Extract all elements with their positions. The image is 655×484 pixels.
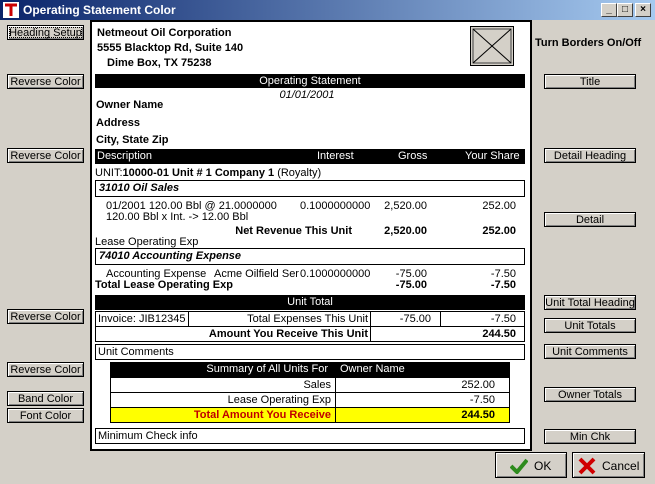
unit-type: (Royalty) bbox=[277, 167, 322, 179]
statement-title-bar: Operating Statement bbox=[95, 74, 525, 88]
summary-lease-row: Lease Operating Exp -7.50 bbox=[110, 392, 510, 408]
unit-total-bar: Unit Total bbox=[95, 295, 525, 310]
unit-comments-border-button[interactable]: Unit Comments bbox=[544, 344, 636, 359]
lease-total-label: Total Lease Operating Exp bbox=[95, 279, 233, 291]
summary-total-value: 244.50 bbox=[461, 409, 495, 421]
minimum-check-text: Minimum Check info bbox=[98, 430, 198, 442]
unit-line: UNIT:10000-01 Unit # 1 Company 1 (Royalt… bbox=[95, 167, 321, 179]
summary-sales-row: Sales 252.00 bbox=[110, 377, 510, 393]
turn-borders-label: Turn Borders On/Off bbox=[535, 37, 642, 49]
close-icon: × bbox=[640, 4, 646, 15]
title-border-button[interactable]: Title bbox=[544, 74, 636, 89]
cell-divider bbox=[440, 312, 441, 326]
cancel-button[interactable]: Cancel bbox=[572, 452, 645, 478]
app-icon bbox=[3, 2, 19, 18]
oil-sales-line2-desc: 120.00 Bbl x Int. -> 12.00 Bbl bbox=[106, 211, 249, 223]
net-revenue-share: 252.00 bbox=[482, 225, 516, 237]
net-revenue-gross: 2,520.00 bbox=[384, 225, 427, 237]
cancel-x-icon bbox=[578, 457, 596, 475]
unit-total-title: Unit Total bbox=[287, 296, 333, 308]
checkmark-icon bbox=[510, 458, 528, 474]
window-title-bar[interactable]: Operating Statement Color _ □ × bbox=[0, 0, 655, 20]
total-expenses-gross: -75.00 bbox=[399, 313, 431, 325]
owner-totals-border-button[interactable]: Owner Totals bbox=[544, 387, 636, 402]
reverse-color-button-detail[interactable]: Reverse Color bbox=[7, 148, 84, 163]
company-address-2: Dime Box, TX 75238 bbox=[107, 57, 212, 69]
band-color-button[interactable]: Band Color bbox=[7, 391, 84, 406]
lease-line1-interest: 0.1000000000 bbox=[300, 268, 371, 280]
detail-heading-border-button[interactable]: Detail Heading bbox=[544, 148, 636, 163]
summary-header-label: Summary of All Units For bbox=[206, 363, 328, 375]
cancel-label: Cancel bbox=[602, 459, 640, 473]
heading-setup-button[interactable]: Heading Setup bbox=[7, 25, 84, 40]
unit-comments-box: Unit Comments bbox=[95, 344, 525, 360]
amount-receive-label: Amount You Receive This Unit bbox=[208, 328, 368, 340]
summary-total-row: Total Amount You Receive 244.50 bbox=[110, 407, 510, 423]
lease-total-share: -7.50 bbox=[490, 279, 516, 291]
col-interest: Interest bbox=[317, 150, 354, 162]
lease-total-gross: -75.00 bbox=[395, 279, 427, 291]
cell-divider bbox=[188, 312, 189, 326]
summary-lease-value: -7.50 bbox=[469, 394, 495, 406]
close-button[interactable]: × bbox=[635, 3, 651, 17]
maximize-icon: □ bbox=[621, 4, 629, 15]
ok-label: OK bbox=[534, 459, 552, 473]
oil-sales-line1-interest: 0.1000000000 bbox=[300, 200, 371, 212]
company-address-1: 5555 Blacktop Rd, Suite 140 bbox=[97, 42, 244, 54]
accounting-expense-header-box: 74010 Accounting Expense bbox=[95, 248, 525, 265]
summary-lease-label: Lease Operating Exp bbox=[227, 394, 331, 406]
minimize-icon: _ bbox=[606, 4, 612, 15]
col-gross: Gross bbox=[398, 150, 428, 162]
oil-sales-header-box: 31010 Oil Sales bbox=[95, 180, 525, 197]
unit-comments-text: Unit Comments bbox=[98, 346, 174, 358]
oil-sales-line1-gross: 2,520.00 bbox=[384, 200, 427, 212]
report-preview: Netmeout Oil Corporation 5555 Blacktop R… bbox=[90, 20, 532, 451]
unit-total-expenses-row: Invoice: JIB12345 Total Expenses This Un… bbox=[95, 311, 525, 327]
amount-receive-value: 244.50 bbox=[482, 328, 516, 340]
cell-divider bbox=[370, 312, 371, 326]
minimize-button[interactable]: _ bbox=[601, 3, 617, 17]
company-name: Netmeout Oil Corporation bbox=[97, 27, 232, 39]
min-chk-border-button[interactable]: Min Chk bbox=[544, 429, 636, 444]
cell-divider bbox=[370, 327, 371, 341]
reverse-color-button-unit-total[interactable]: Reverse Color bbox=[7, 309, 84, 324]
reverse-color-button-title[interactable]: Reverse Color bbox=[7, 74, 84, 89]
unit-total-heading-border-button[interactable]: Unit Total Heading bbox=[544, 295, 636, 310]
summary-header-owner: Owner Name bbox=[340, 363, 405, 375]
minimum-check-box: Minimum Check info bbox=[95, 428, 525, 444]
col-share: Your Share bbox=[465, 150, 520, 162]
unit-prefix: UNIT: bbox=[95, 167, 123, 179]
cell-divider bbox=[335, 378, 336, 392]
logo-placeholder-icon[interactable] bbox=[470, 26, 514, 66]
summary-total-label: Total Amount You Receive bbox=[193, 409, 331, 421]
amount-receive-row: Amount You Receive This Unit 244.50 bbox=[95, 326, 525, 342]
col-description: Description bbox=[97, 150, 153, 162]
lease-operating-label: Lease Operating Exp bbox=[95, 236, 199, 248]
summary-sales-value: 252.00 bbox=[461, 379, 495, 391]
summary-header-bar: Summary of All Units For Owner Name bbox=[110, 362, 510, 377]
maximize-button[interactable]: □ bbox=[617, 3, 633, 17]
oil-sales-header: 31010 Oil Sales bbox=[99, 182, 180, 194]
detail-header-bar: Description Interest Gross Your Share bbox=[95, 149, 525, 164]
cell-divider bbox=[335, 393, 336, 407]
net-revenue-label: Net Revenue This Unit bbox=[235, 225, 352, 237]
total-expenses-label: Total Expenses This Unit bbox=[247, 313, 368, 325]
owner-name: Owner Name bbox=[96, 99, 164, 111]
window-title: Operating Statement Color bbox=[23, 3, 176, 17]
unit-totals-border-button[interactable]: Unit Totals bbox=[544, 318, 636, 333]
unit-name: 10000-01 Unit # 1 Company 1 bbox=[122, 167, 275, 179]
reverse-color-button-summary[interactable]: Reverse Color bbox=[7, 362, 84, 377]
ok-button[interactable]: OK bbox=[495, 452, 567, 478]
total-expenses-share: -7.50 bbox=[490, 313, 516, 325]
cell-divider bbox=[335, 408, 336, 422]
oil-sales-line1-share: 252.00 bbox=[482, 200, 516, 212]
invoice-number: Invoice: JIB12345 bbox=[98, 313, 186, 325]
owner-city: City, State Zip bbox=[96, 134, 169, 146]
statement-title: Operating Statement bbox=[259, 75, 361, 87]
accounting-expense-header: 74010 Accounting Expense bbox=[99, 250, 242, 262]
font-color-button[interactable]: Font Color bbox=[7, 408, 84, 423]
owner-address: Address bbox=[96, 117, 141, 129]
summary-sales-label: Sales bbox=[303, 379, 331, 391]
detail-border-button[interactable]: Detail bbox=[544, 212, 636, 227]
